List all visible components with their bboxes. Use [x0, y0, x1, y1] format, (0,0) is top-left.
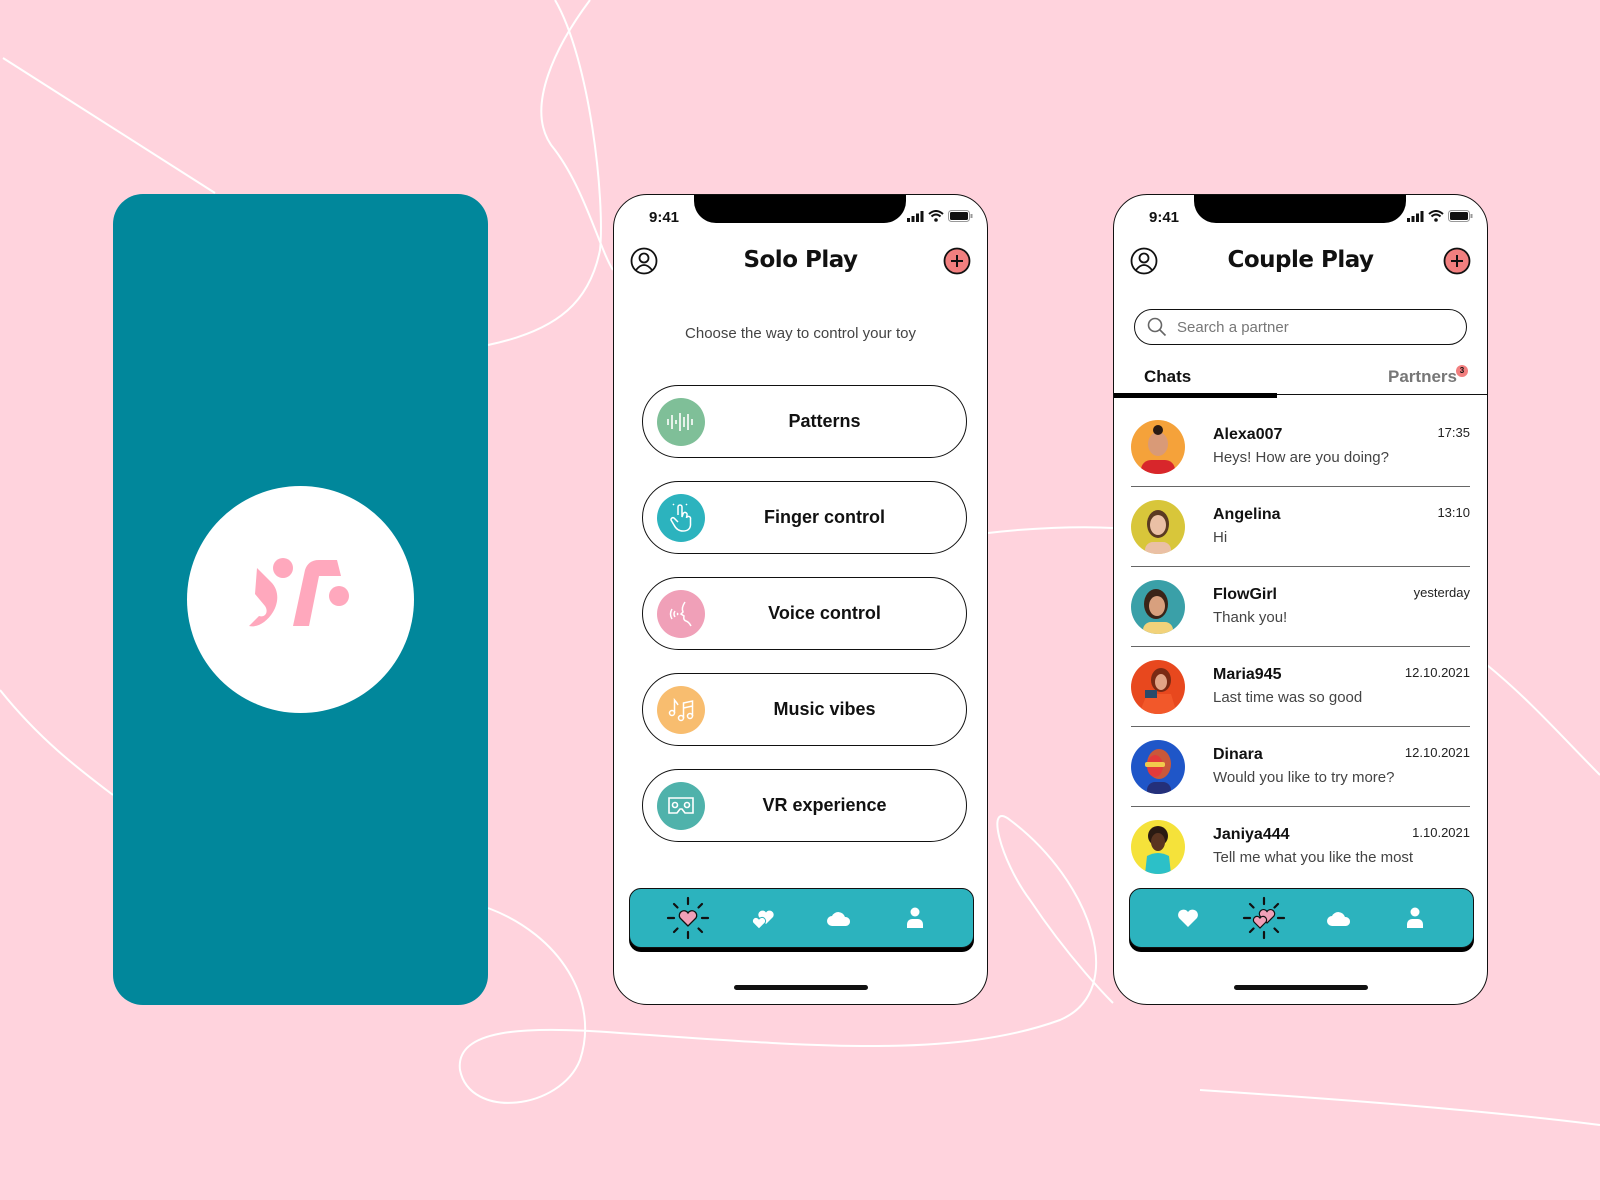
option-music-vibes[interactable]: Music vibes — [642, 673, 967, 746]
signal-icon — [907, 210, 924, 222]
chat-name: Angelina — [1213, 506, 1281, 523]
tab-profile[interactable] — [1393, 896, 1437, 940]
chat-time: 12.10.2021 — [1404, 745, 1470, 760]
cloud-icon — [827, 912, 851, 926]
chat-item[interactable]: Alexa007 Heys! How are you doing? 17:35 — [1131, 407, 1470, 487]
wifi-icon — [1428, 210, 1444, 222]
status-icons — [1407, 210, 1473, 222]
chat-name: Dinara — [1213, 746, 1263, 763]
chat-item[interactable]: Angelina Hi 13:10 — [1131, 487, 1470, 567]
solo-play-screen: 9:41 Solo Play Choose the way to control… — [613, 194, 988, 1005]
page-title: Couple Play — [1227, 247, 1374, 273]
chat-time: yesterday — [1413, 585, 1470, 600]
avatar — [1131, 660, 1185, 714]
tab-couple[interactable] — [742, 896, 786, 940]
bottom-tab-bar — [1129, 888, 1474, 948]
chat-name: Janiya444 — [1213, 826, 1290, 843]
couple-hearts-active-icon — [1242, 896, 1285, 940]
solo-heart-icon — [666, 896, 709, 940]
option-patterns[interactable]: Patterns — [642, 385, 967, 458]
subtitle: Choose the way to control your toy — [685, 325, 916, 342]
option-label: Finger control — [764, 507, 885, 527]
option-finger-control[interactable]: Finger control — [642, 481, 967, 554]
header: Solo Play — [614, 243, 987, 277]
tab-chats[interactable]: Chats — [1144, 367, 1191, 387]
cloud-icon — [1327, 912, 1351, 926]
profile-icon — [907, 907, 924, 928]
chat-time: 17:35 — [1437, 425, 1470, 440]
chat-message: Tell me what you like the most — [1213, 849, 1414, 866]
tab-profile[interactable] — [893, 896, 937, 940]
option-label: Music vibes — [773, 699, 876, 719]
option-label: Patterns — [788, 411, 861, 431]
chat-message: Last time was so good — [1213, 689, 1363, 706]
phone-notch — [694, 195, 906, 223]
partners-badge: 3 — [1456, 365, 1468, 377]
avatar — [1131, 500, 1185, 554]
chat-message: Thank you! — [1213, 609, 1288, 626]
tab-solo[interactable] — [1166, 896, 1210, 940]
tab-cloud[interactable] — [817, 896, 861, 940]
profile-icon — [1407, 907, 1424, 928]
control-options: Patterns Finger control Voice control Mu… — [642, 385, 967, 865]
tab-solo[interactable] — [666, 896, 710, 940]
chat-item[interactable]: FlowGirl Thank you! yesterday — [1131, 567, 1470, 647]
battery-icon — [948, 210, 973, 222]
chat-time: 1.10.2021 — [1412, 825, 1470, 840]
chat-name: FlowGirl — [1213, 586, 1277, 603]
battery-icon — [1448, 210, 1473, 222]
chat-name: Maria945 — [1213, 666, 1282, 683]
app-logo-icon — [249, 558, 349, 627]
avatar — [1131, 580, 1185, 634]
chat-list: Alexa007 Heys! How are you doing? 17:35 … — [1131, 407, 1470, 887]
chat-time: 13:10 — [1437, 505, 1470, 520]
header: Couple Play — [1114, 243, 1487, 277]
tab-couple[interactable] — [1242, 896, 1286, 940]
signal-icon — [1407, 210, 1424, 222]
option-label: Voice control — [768, 603, 881, 623]
wifi-icon — [928, 210, 944, 222]
chat-name: Alexa007 — [1213, 426, 1283, 443]
status-icons — [907, 210, 973, 222]
chat-time: 12.10.2021 — [1404, 665, 1470, 680]
avatar — [1131, 820, 1185, 874]
option-vr-experience[interactable]: VR experience — [642, 769, 967, 842]
phone-notch — [1194, 195, 1406, 223]
tab-partners-label: Partners — [1388, 367, 1457, 386]
tab-cloud[interactable] — [1317, 896, 1361, 940]
tab-partners[interactable]: Partners 3 — [1388, 365, 1468, 387]
chat-item[interactable]: Maria945 Last time was so good 12.10.202… — [1131, 647, 1470, 727]
status-time: 9:41 — [1149, 209, 1180, 226]
avatar — [1131, 740, 1185, 794]
chat-item[interactable]: Janiya444 Tell me what you like the most… — [1131, 807, 1470, 887]
add-button[interactable] — [1443, 247, 1471, 275]
chat-message: Heys! How are you doing? — [1213, 449, 1389, 466]
chat-tabs: Chats Partners 3 — [1114, 363, 1487, 398]
home-indicator — [734, 985, 868, 990]
couple-hearts-icon — [751, 910, 774, 930]
option-label: VR experience — [762, 795, 887, 815]
search-icon — [1147, 317, 1167, 337]
option-voice-control[interactable]: Voice control — [642, 577, 967, 650]
chat-message: Would you like to try more? — [1213, 769, 1395, 786]
heart-icon — [1177, 909, 1198, 927]
chat-item[interactable]: Dinara Would you like to try more? 12.10… — [1131, 727, 1470, 807]
search-field[interactable] — [1134, 309, 1467, 345]
splash-screen — [113, 194, 488, 1005]
bottom-tab-bar — [629, 888, 974, 948]
logo-circle — [187, 486, 414, 713]
couple-play-screen: 9:41 Couple Play Chats Partners 3 Alexa0… — [1113, 194, 1488, 1005]
active-tab-indicator — [1114, 393, 1277, 398]
status-time: 9:41 — [649, 209, 680, 226]
home-indicator — [1234, 985, 1368, 990]
add-button[interactable] — [943, 247, 971, 275]
page-title: Solo Play — [743, 247, 858, 273]
avatar — [1131, 420, 1185, 474]
search-input[interactable] — [1177, 318, 1417, 336]
chat-message: Hi — [1213, 529, 1228, 546]
